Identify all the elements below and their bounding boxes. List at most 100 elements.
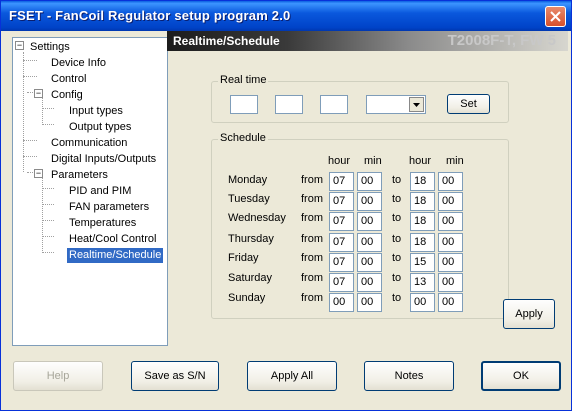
to-min-field[interactable]: 00 xyxy=(438,273,463,292)
from-min-field[interactable]: 00 xyxy=(357,273,382,292)
dropdown-arrow-icon[interactable] xyxy=(409,97,424,112)
apply-button[interactable]: Apply xyxy=(503,299,555,329)
day-label: Sunday xyxy=(228,292,266,304)
from-hour-field[interactable]: 00 xyxy=(329,293,354,312)
tree-item-digital-io[interactable]: Digital Inputs/Outputs xyxy=(51,152,156,167)
to-label: to xyxy=(392,233,402,245)
tree-item-fan-parameters[interactable]: FAN parameters xyxy=(69,200,149,215)
day-label: Friday xyxy=(228,252,259,264)
tree-item-settings[interactable]: Settings xyxy=(30,40,70,55)
to-hour-field[interactable]: 18 xyxy=(410,233,435,252)
to-hour-field[interactable]: 18 xyxy=(410,172,435,191)
from-label: from xyxy=(301,212,323,224)
collapse-icon[interactable]: − xyxy=(34,169,43,178)
to-hour-field[interactable]: 00 xyxy=(410,293,435,312)
day-label: Saturday xyxy=(228,272,273,284)
from-label: from xyxy=(301,193,323,205)
to-min-field[interactable]: 00 xyxy=(438,192,463,211)
from-min-field[interactable]: 00 xyxy=(357,253,382,272)
title-bar[interactable]: FSET - FanCoil Regulator setup program 2… xyxy=(1,1,571,31)
from-min-field[interactable]: 00 xyxy=(357,192,382,211)
tree-item-config[interactable]: Config xyxy=(51,88,83,103)
realtime-combo[interactable] xyxy=(366,95,426,114)
apply-all-button[interactable]: Apply All xyxy=(247,361,337,391)
tree-line xyxy=(42,188,54,189)
tree-item-control[interactable]: Control xyxy=(51,72,86,87)
notes-button[interactable]: Notes xyxy=(364,361,454,391)
to-label: to xyxy=(392,252,402,264)
from-min-field[interactable]: 00 xyxy=(357,212,382,231)
from-label: from xyxy=(301,174,323,186)
schedule-group-label: Schedule xyxy=(218,132,268,144)
from-hour-field[interactable]: 07 xyxy=(329,273,354,292)
realtime-group: Real time Set xyxy=(211,74,509,123)
from-hour-header: hour xyxy=(328,155,351,167)
to-hour-field[interactable]: 13 xyxy=(410,273,435,292)
to-min-field[interactable]: 00 xyxy=(438,253,463,272)
from-min-field[interactable]: 00 xyxy=(357,172,382,191)
tree-line xyxy=(23,52,24,172)
to-min-field[interactable]: 00 xyxy=(438,293,463,312)
to-min-field[interactable]: 00 xyxy=(438,233,463,252)
from-label: from xyxy=(301,233,323,245)
from-hour-field[interactable]: 07 xyxy=(329,212,354,231)
collapse-icon[interactable]: − xyxy=(15,41,24,50)
tree-line xyxy=(42,204,54,205)
panel-header: Realtime/Schedule T2008F-T, FW 5 xyxy=(167,31,568,51)
tree-item-device-info[interactable]: Device Info xyxy=(51,56,106,71)
set-button[interactable]: Set xyxy=(447,94,490,114)
to-hour-field[interactable]: 15 xyxy=(410,253,435,272)
realtime-field-3[interactable] xyxy=(320,95,348,114)
tree-line xyxy=(23,140,37,141)
tree-item-realtime-schedule[interactable]: Realtime/Schedule xyxy=(67,248,164,263)
client-area: − − − Settings Device Info Control Confi… xyxy=(4,31,568,408)
schedule-group: Schedule hour min hour min Monday from 0… xyxy=(211,132,509,319)
window-title: FSET - FanCoil Regulator setup program 2… xyxy=(9,8,291,23)
from-min-header: min xyxy=(364,155,382,167)
realtime-field-2[interactable] xyxy=(275,95,303,114)
close-button[interactable] xyxy=(545,6,566,27)
to-min-field[interactable]: 00 xyxy=(438,212,463,231)
from-hour-field[interactable]: 07 xyxy=(329,253,354,272)
panel-title: Realtime/Schedule xyxy=(173,34,280,48)
to-min-header: min xyxy=(446,155,464,167)
tree-line xyxy=(42,220,54,221)
from-hour-field[interactable]: 07 xyxy=(329,172,354,191)
tree-item-parameters[interactable]: Parameters xyxy=(51,168,108,183)
tree-item-temperatures[interactable]: Temperatures xyxy=(69,216,136,231)
help-button[interactable]: Help xyxy=(13,361,103,391)
to-min-field[interactable]: 00 xyxy=(438,172,463,191)
to-hour-field[interactable]: 18 xyxy=(410,192,435,211)
tree-line xyxy=(42,108,54,109)
day-label: Thursday xyxy=(228,233,274,245)
from-hour-field[interactable]: 07 xyxy=(329,192,354,211)
from-hour-field[interactable]: 07 xyxy=(329,233,354,252)
realtime-field-1[interactable] xyxy=(230,95,258,114)
day-label: Wednesday xyxy=(228,212,286,224)
close-icon xyxy=(550,11,561,22)
tree-line xyxy=(42,97,43,125)
save-as-sn-button[interactable]: Save as S/N xyxy=(131,361,219,391)
tree-item-heat-cool[interactable]: Heat/Cool Control xyxy=(69,232,156,247)
settings-tree[interactable]: − − − Settings Device Info Control Confi… xyxy=(12,37,168,346)
from-min-field[interactable]: 00 xyxy=(357,233,382,252)
to-label: to xyxy=(392,292,402,304)
tree-item-pid-pim[interactable]: PID and PIM xyxy=(69,184,131,199)
day-label: Tuesday xyxy=(228,193,270,205)
tree-line xyxy=(42,252,54,253)
from-label: from xyxy=(301,252,323,264)
collapse-icon[interactable]: − xyxy=(34,89,43,98)
day-label: Monday xyxy=(228,174,268,186)
tree-item-communication[interactable]: Communication xyxy=(51,136,127,151)
tree-line xyxy=(23,76,37,77)
from-label: from xyxy=(301,292,323,304)
to-label: to xyxy=(392,272,402,284)
to-label: to xyxy=(392,174,402,186)
to-hour-header: hour xyxy=(409,155,432,167)
to-hour-field[interactable]: 18 xyxy=(410,212,435,231)
tree-line xyxy=(42,124,54,125)
ok-button[interactable]: OK xyxy=(481,361,561,391)
tree-item-input-types[interactable]: Input types xyxy=(69,104,123,119)
tree-item-output-types[interactable]: Output types xyxy=(69,120,131,135)
from-min-field[interactable]: 00 xyxy=(357,293,382,312)
